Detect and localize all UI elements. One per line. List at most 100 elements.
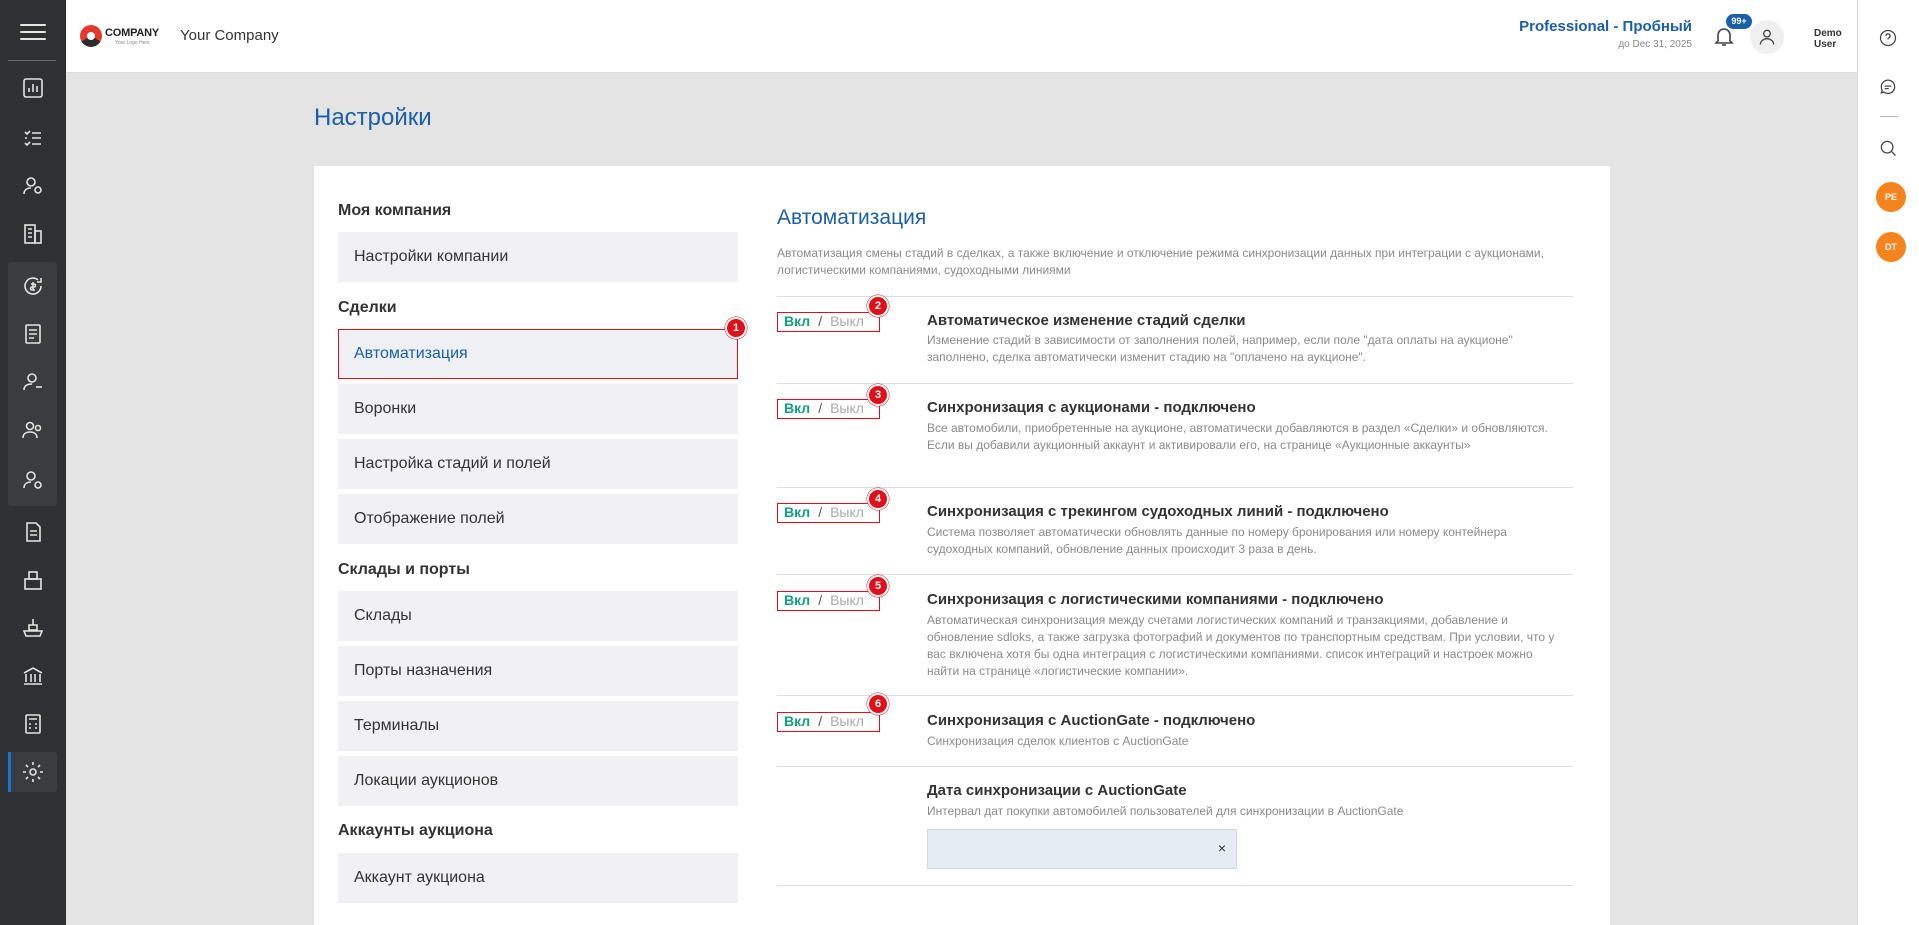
settings-icon[interactable]: [19, 758, 47, 786]
marker-2: 2: [867, 295, 889, 317]
toggle-auction-sync[interactable]: Вкл / Выкл: [777, 399, 880, 419]
row-title: Дата синхронизации с AuctionGate: [927, 782, 1187, 799]
marker-5: 5: [867, 575, 889, 597]
toggle-logistics-sync[interactable]: Вкл / Выкл: [777, 591, 880, 611]
toggle-separator: /: [818, 592, 823, 608]
divider: [777, 766, 1573, 767]
user-badge-dt[interactable]: DT: [1876, 232, 1906, 262]
shipping-icon[interactable]: [19, 614, 47, 642]
nav-section-auction-accounts: Аккаунты аукциона: [338, 822, 493, 839]
chat-icon[interactable]: [1878, 77, 1900, 99]
nav-item-auction-locations[interactable]: Локации аукционов: [338, 756, 738, 806]
user-badge-pe[interactable]: PE: [1876, 182, 1906, 212]
toggle-on-label[interactable]: Вкл: [784, 713, 810, 729]
toggle-off-label[interactable]: Выкл: [830, 713, 864, 729]
nav-item-company-settings[interactable]: Настройки компании: [338, 232, 738, 282]
user-last-name: User: [1814, 39, 1837, 50]
row-title: Автоматическое изменение стадий сделки: [927, 312, 1246, 329]
toggle-on-label[interactable]: Вкл: [784, 313, 810, 329]
toggle-off-label[interactable]: Выкл: [830, 400, 864, 416]
nav-item-stages-fields[interactable]: Настройка стадий и полей: [338, 439, 738, 489]
dashboard-icon[interactable]: [19, 74, 47, 102]
row-title: Синхронизация с AuctionGate - подключено: [927, 712, 1256, 729]
row-title: Синхронизация с логистическими компаниям…: [927, 591, 1384, 608]
calculator-icon[interactable]: [19, 710, 47, 738]
bank-icon[interactable]: [19, 662, 47, 690]
notifications-badge: 99+: [1726, 14, 1752, 29]
nav-section-warehouses-ports: Склады и порты: [338, 561, 470, 578]
toggle-off-label[interactable]: Выкл: [830, 504, 864, 520]
marker-4: 4: [867, 488, 889, 510]
clear-date-button[interactable]: ×: [1218, 840, 1226, 856]
company-logo[interactable]: COMPANY Your Logo Here: [78, 22, 170, 54]
toggle-auto-stage-change[interactable]: Вкл / Выкл: [777, 312, 880, 332]
divider: [777, 695, 1573, 696]
toggle-on-label[interactable]: Вкл: [784, 504, 810, 520]
plan-name: Professional - Пробный: [1519, 18, 1692, 35]
user-first-name: Demo: [1814, 28, 1842, 39]
left-sidebar: [0, 0, 66, 925]
notifications-button[interactable]: 99+: [1712, 14, 1752, 48]
warehouse-icon[interactable]: [19, 566, 47, 594]
row-description: Система позволяет автоматически обновлят…: [927, 525, 1507, 556]
toggle-separator: /: [818, 713, 823, 729]
row-description: Синхронизация сделок клиентов с AuctionG…: [927, 734, 1189, 748]
user-icon: [1759, 29, 1775, 45]
row-description: Интервал дат покупки автомобилей пользов…: [927, 804, 1404, 818]
toggle-separator: /: [818, 400, 823, 416]
sidebar-active-indicator: [8, 752, 11, 792]
company-name: Your Company: [180, 27, 279, 44]
toggle-off-label[interactable]: Выкл: [830, 313, 864, 329]
top-bar: COMPANY Your Logo Here Your Company Prof…: [66, 0, 1857, 73]
toggle-on-label[interactable]: Вкл: [784, 400, 810, 416]
nav-section-deals: Сделки: [338, 299, 397, 316]
divider: [777, 885, 1573, 886]
invoices-icon[interactable]: [19, 320, 47, 348]
nav-item-warehouses[interactable]: Склады: [338, 591, 738, 641]
date-range-input[interactable]: ×: [927, 829, 1237, 869]
user-avatar[interactable]: [1750, 20, 1784, 54]
plan-info[interactable]: Professional - Пробный до Dec 31, 2025: [1519, 18, 1692, 50]
section-title: Автоматизация: [777, 206, 927, 229]
settings-card: Моя компания Настройки компании Сделки А…: [314, 166, 1610, 925]
marker-3: 3: [867, 384, 889, 406]
sidebar-divider: [8, 60, 56, 61]
nav-item-funnels[interactable]: Воронки: [338, 384, 738, 434]
toggle-shipping-tracking-sync[interactable]: Вкл / Выкл: [777, 503, 880, 523]
section-description: Автоматизация смены стадий в сделках, а …: [777, 246, 1544, 277]
toggle-on-label[interactable]: Вкл: [784, 592, 810, 608]
page-title: Настройки: [314, 104, 432, 131]
team-icon[interactable]: [19, 416, 47, 444]
marker-1: 1: [725, 317, 747, 339]
help-icon[interactable]: [1878, 28, 1900, 50]
right-sidebar-divider: [1880, 116, 1898, 117]
toggle-separator: /: [818, 313, 823, 329]
nav-item-fields-display[interactable]: Отображение полей: [338, 494, 738, 544]
nav-item-auction-account[interactable]: Аккаунт аукциона: [338, 853, 738, 903]
row-description: Все автомобили, приобретенные на аукцион…: [927, 421, 1548, 452]
plan-expiry: до Dec 31, 2025: [1618, 39, 1692, 50]
row-title: Синхронизация с трекингом судоходных лин…: [927, 503, 1389, 520]
nav-item-terminals[interactable]: Терминалы: [338, 701, 738, 751]
user-name[interactable]: Demo User: [1814, 28, 1842, 50]
right-sidebar: PE DT: [1857, 0, 1919, 925]
search-icon[interactable]: [1878, 138, 1900, 160]
divider: [777, 574, 1573, 575]
documents-icon[interactable]: [19, 518, 47, 546]
row-description: Изменение стадий в зависимости от заполн…: [927, 333, 1513, 364]
user-settings-icon[interactable]: [19, 466, 47, 494]
divider: [777, 383, 1573, 384]
toggle-separator: /: [818, 504, 823, 520]
contacts-icon[interactable]: [19, 172, 47, 200]
marker-6: 6: [867, 693, 889, 715]
toggle-off-label[interactable]: Выкл: [830, 592, 864, 608]
row-description: Автоматическая синхронизация между счета…: [927, 613, 1555, 678]
toggle-auctiongate-sync[interactable]: Вкл / Выкл: [777, 712, 880, 732]
tasks-icon[interactable]: [19, 124, 47, 152]
menu-icon[interactable]: [20, 24, 46, 42]
deals-icon[interactable]: [19, 272, 47, 300]
companies-icon[interactable]: [19, 220, 47, 248]
nav-item-destination-ports[interactable]: Порты назначения: [338, 646, 738, 696]
users-icon[interactable]: [19, 368, 47, 396]
nav-item-automation[interactable]: Автоматизация: [338, 329, 738, 379]
